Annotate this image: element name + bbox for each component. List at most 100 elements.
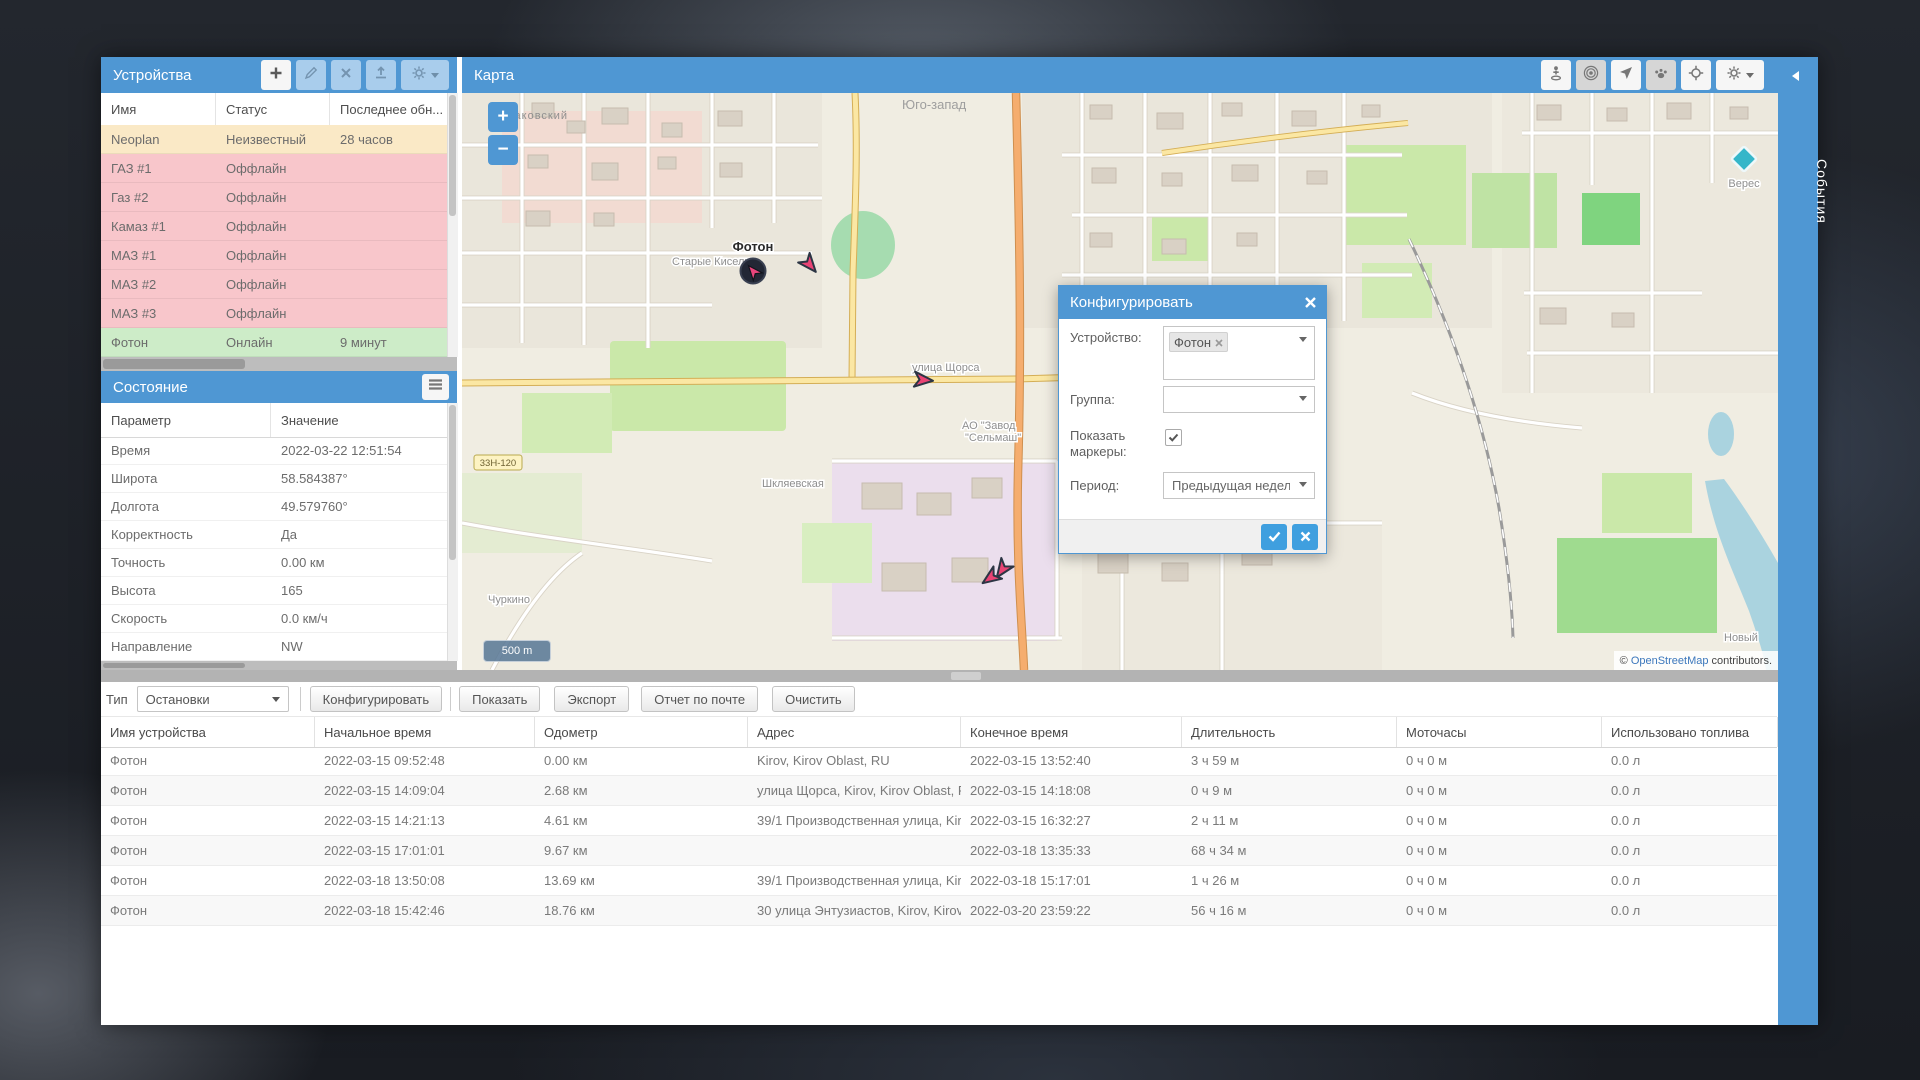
dialog-close-button[interactable] — [1304, 296, 1317, 309]
cell: 2022-03-18 15:17:01 — [961, 866, 1182, 895]
state-col-value[interactable]: Значение — [271, 403, 447, 437]
cell: 2022-03-15 14:21:13 — [315, 806, 535, 835]
map-settings-button[interactable] — [1716, 60, 1764, 90]
state-row[interactable]: КорректностьДа — [101, 521, 447, 549]
col-duration[interactable]: Длительность — [1182, 717, 1397, 747]
device-row[interactable]: МАЗ #2Оффлайн — [101, 270, 447, 299]
device-row[interactable]: NeoplanНеизвестный28 часов — [101, 125, 447, 154]
chevron-down-icon[interactable] — [1299, 396, 1307, 401]
add-device-button[interactable] — [261, 60, 291, 90]
splitter-handle[interactable] — [951, 672, 981, 680]
report-show-button[interactable]: Показать — [459, 686, 540, 712]
map-attribution: © OpenStreetMapcontributors. — [1614, 651, 1778, 670]
zoom-out-button[interactable]: − — [488, 135, 518, 165]
device-row[interactable]: ФотонОнлайн9 минут — [101, 328, 447, 357]
state-horizontal-scrollbar[interactable] — [101, 661, 457, 670]
device-row[interactable]: МАЗ #1Оффлайн — [101, 241, 447, 270]
follow-device-button[interactable] — [1611, 60, 1641, 90]
state-value: Да — [271, 521, 447, 549]
state-row[interactable]: Долгота49.579760° — [101, 493, 447, 521]
cell: 2022-03-15 09:52:48 — [315, 746, 535, 775]
report-export-button[interactable]: Экспорт — [554, 686, 629, 712]
devices-col-lastupdate[interactable]: Последнее обн... — [330, 93, 447, 125]
state-row[interactable]: Широта58.584387° — [101, 465, 447, 493]
state-row[interactable]: НаправлениеNW — [101, 633, 447, 661]
report-row[interactable]: Фотон2022-03-15 14:09:042.68 кмулица Щор… — [101, 776, 1777, 806]
cell: Фотон — [101, 836, 315, 865]
col-device-name[interactable]: Имя устройства — [101, 717, 315, 747]
report-configure-button[interactable]: Конфигурировать — [310, 686, 442, 712]
animal-markers-button[interactable] — [1646, 60, 1676, 90]
report-type-select[interactable]: Остановки — [137, 686, 289, 712]
chevron-down-icon[interactable] — [1299, 482, 1307, 487]
events-panel-tab[interactable]: События — [1778, 57, 1818, 1025]
openstreetmap-link[interactable]: OpenStreetMap — [1631, 655, 1709, 667]
report-clear-button[interactable]: Очистить — [772, 686, 855, 712]
events-panel-title: События — [1790, 91, 1830, 291]
group-select[interactable] — [1163, 386, 1315, 413]
report-row[interactable]: Фотон2022-03-18 13:50:0813.69 км39/1 Про… — [101, 866, 1777, 896]
zoom-in-button[interactable]: + — [488, 102, 518, 132]
chevron-down-icon[interactable] — [1299, 337, 1307, 342]
state-menu-button[interactable] — [422, 374, 449, 400]
device-lastupdate — [330, 154, 447, 183]
col-address[interactable]: Адрес — [748, 717, 961, 747]
cell: 0.0 л — [1602, 896, 1778, 925]
state-row[interactable]: Время2022-03-22 12:51:54 — [101, 437, 447, 465]
cell: 0.0 л — [1602, 806, 1778, 835]
devices-horizontal-scrollbar[interactable] — [101, 357, 457, 371]
device-row[interactable]: ГАЗ #1Оффлайн — [101, 154, 447, 183]
cell: 39/1 Производственная улица, Kir... — [748, 806, 961, 835]
period-select[interactable]: Предыдущая неделя — [1163, 472, 1315, 499]
toolbar-separator — [300, 687, 301, 711]
center-target-button[interactable] — [1681, 60, 1711, 90]
delete-device-button[interactable] — [331, 60, 361, 90]
col-odometer[interactable]: Одометр — [535, 717, 748, 747]
state-vertical-scrollbar[interactable] — [447, 403, 458, 661]
report-email-button[interactable]: Отчет по почте — [641, 686, 758, 712]
report-row[interactable]: Фотон2022-03-15 09:52:480.00 кмKirov, Ki… — [101, 746, 1777, 776]
devices-settings-button[interactable] — [401, 60, 449, 90]
check-icon — [1168, 432, 1179, 443]
device-row[interactable]: Газ #2Оффлайн — [101, 183, 447, 212]
dialog-cancel-button[interactable] — [1292, 524, 1318, 550]
horizontal-splitter[interactable] — [101, 670, 1778, 682]
show-markers-label: маркеры: — [1070, 444, 1127, 459]
cell: 68 ч 34 м — [1182, 836, 1397, 865]
configure-dialog: Конфигурировать Устройство: Фотон Группа… — [1058, 285, 1327, 554]
show-markers-checkbox[interactable] — [1165, 429, 1182, 446]
report-row[interactable]: Фотон2022-03-15 14:21:134.61 км39/1 Прои… — [101, 806, 1777, 836]
state-row[interactable]: Точность0.00 км — [101, 549, 447, 577]
device-row[interactable]: Камаз #1Оффлайн — [101, 212, 447, 241]
report-row[interactable]: Фотон2022-03-15 17:01:019.67 км2022-03-1… — [101, 836, 1777, 866]
device-status: Оффлайн — [216, 183, 330, 212]
edit-device-button[interactable] — [296, 60, 326, 90]
map-panel-header: Карта — [462, 57, 1778, 93]
chevron-down-icon — [1746, 73, 1754, 78]
devices-col-name[interactable]: Имя — [101, 93, 216, 125]
map-scale-bar: 500 m — [483, 640, 551, 662]
col-spent-fuel[interactable]: Использовано топлива — [1602, 717, 1778, 747]
device-row[interactable]: МАЗ #3Оффлайн — [101, 299, 447, 328]
dialog-confirm-button[interactable] — [1261, 524, 1287, 550]
col-end-time[interactable]: Конечное время — [961, 717, 1182, 747]
device-multiselect[interactable]: Фотон — [1163, 326, 1315, 380]
cell: 1 ч 26 м — [1182, 866, 1397, 895]
dialog-header[interactable]: Конфигурировать — [1059, 286, 1326, 319]
devices-col-status[interactable]: Статус — [216, 93, 330, 125]
state-row[interactable]: Высота165 — [101, 577, 447, 605]
state-col-param[interactable]: Параметр — [101, 403, 271, 437]
remove-tag-icon[interactable] — [1215, 335, 1223, 350]
devices-vertical-scrollbar[interactable] — [447, 93, 458, 357]
col-engine-hours[interactable]: Моточасы — [1397, 717, 1602, 747]
state-value: 58.584387° — [271, 465, 447, 493]
device-lastupdate: 9 минут — [330, 328, 447, 357]
reports-table-header: Имя устройства Начальное время Одометр А… — [101, 716, 1777, 748]
col-start-time[interactable]: Начальное время — [315, 717, 535, 747]
device-marker[interactable] — [741, 259, 766, 284]
report-row[interactable]: Фотон2022-03-18 15:42:4618.76 км30 улица… — [101, 896, 1777, 926]
state-row[interactable]: Скорость0.0 км/ч — [101, 605, 447, 633]
geofences-toggle-button[interactable] — [1576, 60, 1606, 90]
current-location-button[interactable] — [1541, 60, 1571, 90]
upload-device-button[interactable] — [366, 60, 396, 90]
